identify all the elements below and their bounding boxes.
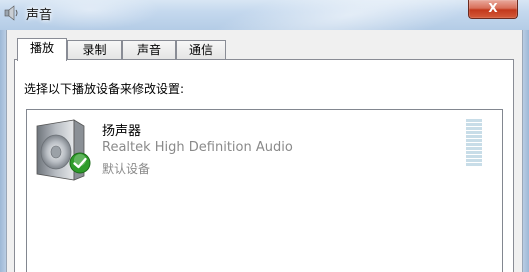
tab-communications[interactable]: 通信 xyxy=(176,40,226,60)
device-list: 扬声器 Realtek High Definition Audio 默认设备 xyxy=(26,109,503,272)
title-glare xyxy=(196,0,504,30)
title-bar[interactable]: 声音 X xyxy=(0,0,529,30)
green-check-icon xyxy=(69,152,91,174)
device-name: 扬声器 xyxy=(102,124,142,139)
list-item[interactable]: 扬声器 Realtek High Definition Audio 默认设备 xyxy=(27,110,502,182)
speaker-icon xyxy=(4,5,18,21)
tab-recording[interactable]: 录制 xyxy=(67,40,122,60)
tab-sounds[interactable]: 声音 xyxy=(122,40,176,60)
close-button[interactable]: X xyxy=(468,0,518,19)
device-driver: Realtek High Definition Audio xyxy=(102,140,293,155)
volume-level-meter xyxy=(466,119,482,167)
window-frame-right xyxy=(523,30,529,272)
device-status: 默认设备 xyxy=(102,162,151,176)
window-title: 声音 xyxy=(26,8,53,23)
dialog-body: 播放 录制 声音 通信 选择以下播放设备来修改设置: 扬声器 Realtek H… xyxy=(6,30,523,272)
instruction-text: 选择以下播放设备来修改设置: xyxy=(24,82,185,96)
tab-playback[interactable]: 播放 xyxy=(17,38,67,61)
